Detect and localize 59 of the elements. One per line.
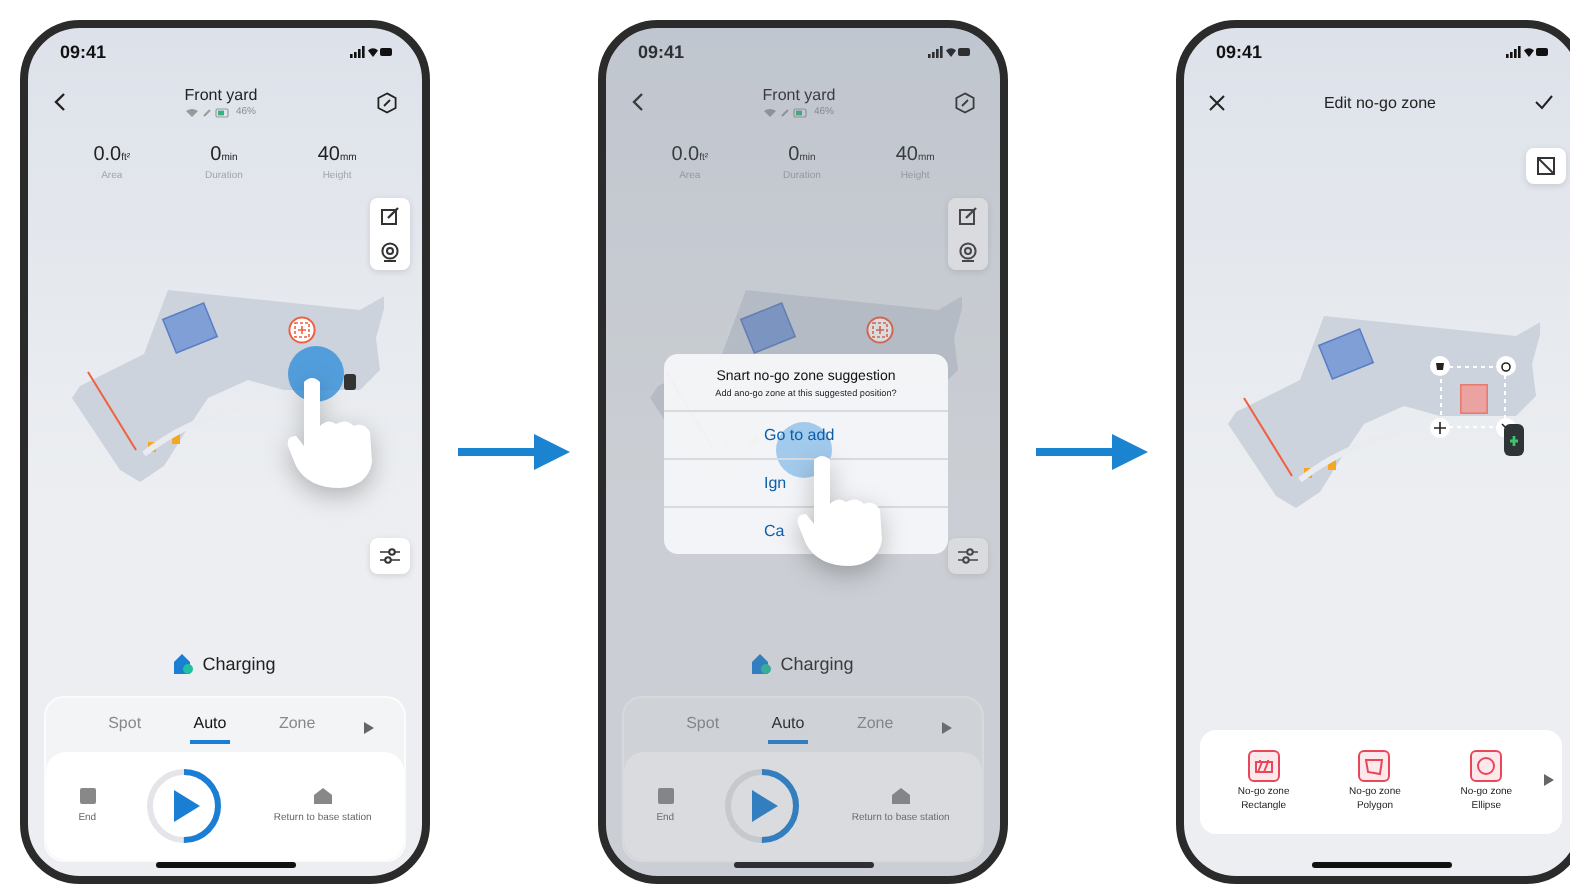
move-handle-icon[interactable] <box>1430 418 1450 438</box>
flow-arrow <box>1036 434 1148 470</box>
screen-title: Front yard <box>762 86 836 104</box>
selection-outline <box>1440 366 1506 428</box>
charging-station-icon <box>752 654 773 674</box>
play-button[interactable] <box>722 766 803 846</box>
sliders-icon[interactable] <box>958 546 978 566</box>
mode-tab[interactable]: Auto <box>767 710 809 744</box>
stop-icon <box>657 788 674 804</box>
hide-zone-icon[interactable] <box>1536 156 1556 176</box>
mode-tab[interactable]: Auto <box>189 710 231 744</box>
edit-icon[interactable] <box>380 206 400 226</box>
status-time: 09:41 <box>60 42 107 62</box>
check-icon[interactable] <box>1533 94 1554 110</box>
mode-tab[interactable]: Spot <box>104 710 146 744</box>
flow-arrow <box>458 434 570 470</box>
status-label: Charging <box>780 654 854 674</box>
screen-title: Front yard <box>184 86 258 104</box>
status-icons <box>350 46 394 58</box>
hexagon-icon[interactable] <box>376 91 398 113</box>
dialog-option[interactable]: Go to add <box>664 410 948 458</box>
delete-handle-icon[interactable] <box>1430 356 1450 376</box>
more-icon[interactable] <box>363 721 374 733</box>
home-indicator <box>155 862 295 868</box>
stop-icon <box>79 788 96 804</box>
back-icon[interactable] <box>630 92 644 112</box>
circle-icon <box>1476 756 1497 777</box>
camera-icon[interactable] <box>958 242 978 262</box>
sliders-icon[interactable] <box>380 546 400 566</box>
home-indicator <box>733 862 873 868</box>
home-indicator <box>1311 862 1451 868</box>
play-button[interactable] <box>144 766 225 846</box>
target-icon <box>288 316 316 344</box>
status-time: 09:41 <box>638 42 685 62</box>
status-icons <box>1506 46 1550 58</box>
more-icon[interactable] <box>1544 774 1554 786</box>
home-icon <box>891 788 910 804</box>
mower-icon <box>344 374 356 390</box>
status-icons <box>928 46 972 58</box>
no-go-zone <box>1460 384 1488 414</box>
close-icon[interactable] <box>1208 93 1226 111</box>
hexagon-icon[interactable] <box>954 91 976 113</box>
polygon-icon <box>1364 757 1385 776</box>
back-icon[interactable] <box>52 92 66 112</box>
connection-icons <box>763 107 808 117</box>
rotate-handle-icon[interactable] <box>1496 356 1516 376</box>
edit-icon[interactable] <box>958 206 978 226</box>
charging-station-icon <box>174 654 195 674</box>
barrier-icon <box>1253 757 1274 776</box>
target-icon <box>866 316 894 344</box>
more-icon[interactable] <box>941 721 952 733</box>
status-time: 09:41 <box>1216 42 1263 62</box>
status-label: Charging <box>202 654 276 674</box>
camera-icon[interactable] <box>380 242 400 262</box>
home-icon <box>313 788 332 804</box>
connection-icons <box>185 107 230 117</box>
mode-tab[interactable]: Zone <box>274 710 320 744</box>
screen-title: Edit no-go zone <box>1323 93 1437 111</box>
mower-icon <box>1504 424 1524 456</box>
